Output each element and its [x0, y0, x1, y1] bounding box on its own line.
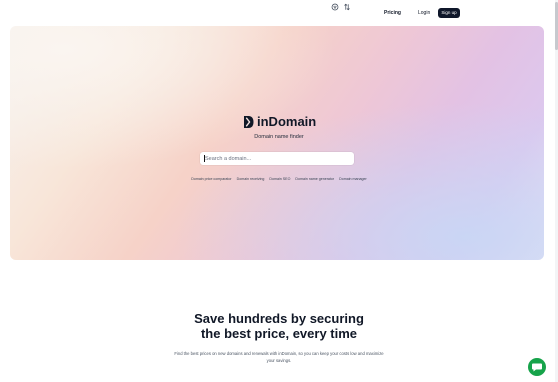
signup-button[interactable]: Sign up [438, 8, 460, 18]
headline-line-2: the best price, every time [200, 326, 358, 341]
top-nav: Pricing Login Sign up [0, 0, 558, 26]
search-box [200, 152, 354, 165]
brand-name: inDomain [257, 114, 317, 129]
link-domain-price-comparator[interactable]: Domain price comparator [191, 177, 231, 181]
headline-line-1: Save hundreds by securing [194, 311, 364, 326]
hero-subtitle: Domain name finder [254, 134, 304, 140]
section-headline: Save hundreds by securing the best price… [0, 311, 558, 341]
chat-button[interactable] [528, 358, 546, 376]
nav-login-link[interactable]: Login [418, 10, 430, 16]
quick-links: Domain price comparator Domain receiving… [0, 177, 558, 182]
link-domain-seo[interactable]: Domain SEO [269, 177, 290, 181]
hero-banner [10, 26, 544, 260]
chat-icon [532, 363, 542, 372]
search-input[interactable] [205, 152, 325, 165]
link-domain-manager[interactable]: Domain manager [339, 177, 367, 181]
filter-icon[interactable] [331, 3, 339, 11]
section-description: Find the best prices on new domains and … [174, 351, 384, 363]
indomain-logo-icon [244, 116, 254, 128]
link-domain-receiving[interactable]: Domain receiving [237, 177, 265, 181]
nav-pricing-link[interactable]: Pricing [384, 10, 401, 16]
sort-icon[interactable] [343, 3, 351, 11]
link-domain-name-generator[interactable]: Domain name generator [295, 177, 334, 181]
